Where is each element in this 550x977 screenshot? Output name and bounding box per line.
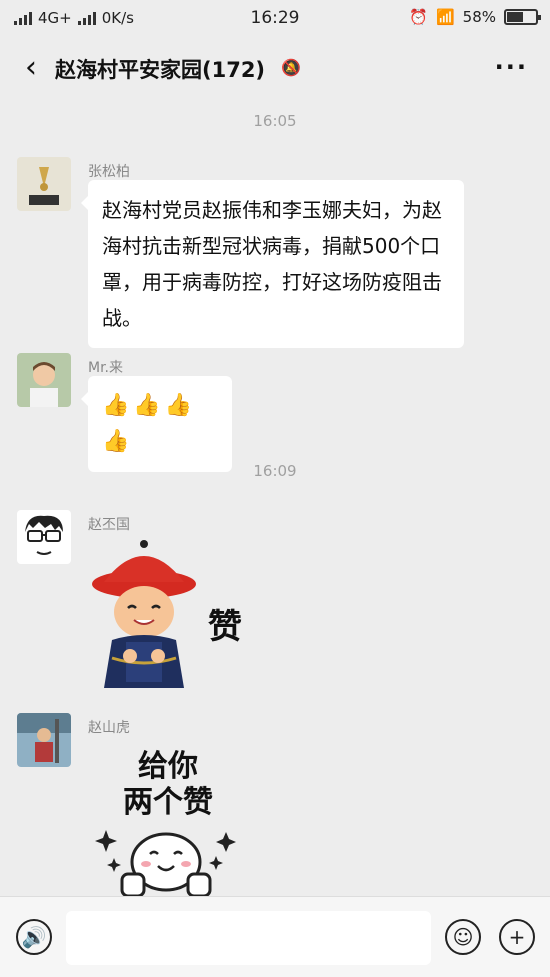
sticker-text-line1: 给你 (138, 749, 198, 784)
sticker-text-line2: 两个赞 (123, 785, 213, 820)
battery-label: 58% (462, 8, 496, 26)
bell-muted-icon: 🔕 (281, 58, 301, 77)
sender-name: 赵山虎 (88, 720, 130, 736)
message-input[interactable] (66, 911, 431, 965)
sticker-image[interactable]: 赞 (88, 538, 263, 707)
chat-title: 赵海村平安家园(172) (55, 58, 266, 82)
battery-icon (504, 9, 541, 25)
chat-header: ‹ 赵海村平安家园(172) 🔕 ··· (0, 36, 550, 100)
message-bubble[interactable]: 赵海村党员赵振伟和李玉娜夫妇，为赵海村抗击新型冠状病毒，捐献500个口罩，用于病… (81, 180, 464, 348)
message-bubble[interactable]: 👍👍👍👍 (81, 376, 232, 472)
ellipsis-icon[interactable]: ··· (495, 53, 528, 81)
sticker-text: 赞 (208, 607, 242, 647)
avatar[interactable] (17, 157, 71, 211)
input-bar: 🔊 ☺ + (0, 896, 550, 977)
emoji-icon[interactable]: ☺ (445, 919, 481, 955)
plus-icon[interactable]: + (499, 919, 535, 955)
sender-name: Mr.来 (88, 360, 123, 376)
chevron-left-icon[interactable]: ‹ (16, 50, 46, 85)
sender-name: 赵丕国 (88, 517, 130, 533)
status-bar: 4G+ 0K/s 16:29 ⏰ 📶 58% (0, 0, 550, 36)
avatar[interactable] (17, 510, 71, 564)
timestamp: 16:09 (253, 462, 297, 480)
timestamp: 16:05 (253, 112, 297, 130)
sender-name: 张松柏 (88, 164, 130, 180)
message-list[interactable]: 16:05 张松柏 赵海村党员赵振伟和李玉娜夫妇，为赵海村抗击新型冠状病毒，捐献… (0, 100, 550, 898)
voice-icon[interactable]: 🔊 (16, 919, 52, 955)
alarm-icon: ⏰ (409, 8, 428, 26)
status-right: ⏰ 📶 58% (409, 8, 541, 26)
sticker-image[interactable]: 给你 两个赞 (88, 740, 248, 904)
avatar[interactable] (17, 353, 71, 407)
wifi-icon: 📶 (435, 8, 455, 26)
avatar[interactable] (17, 713, 71, 767)
